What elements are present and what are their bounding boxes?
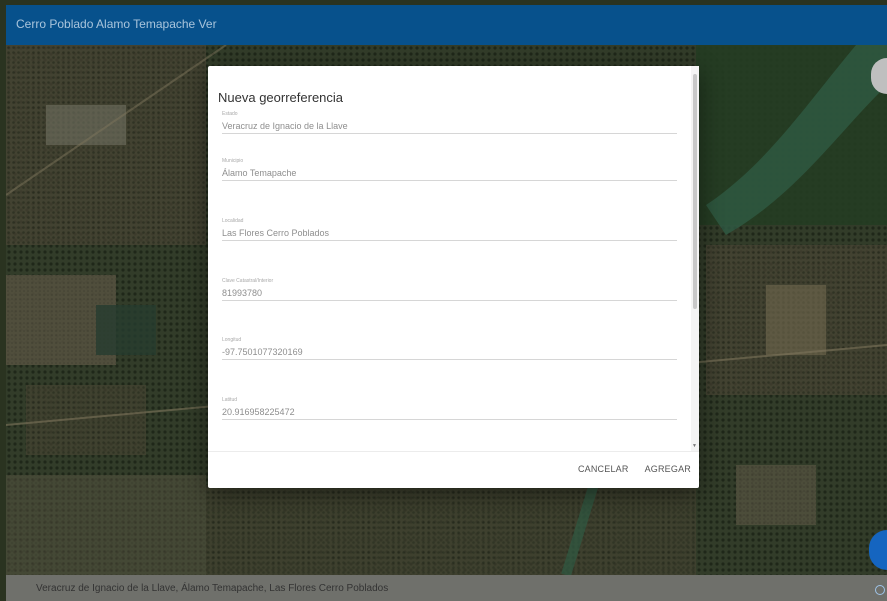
new-georeference-dialog: Nueva georreferencia Estado Veracruz de … [208,66,699,488]
estado-label: Estado [222,111,238,117]
dialog-title: Nueva georreferencia [218,90,344,105]
municipio-input[interactable]: Álamo Temapache [222,166,677,180]
clave-catastral-field[interactable]: Clave Catastral/Interior 81993780 [222,278,677,301]
scrollbar-thumb[interactable] [693,74,697,309]
municipio-label: Municipio [222,158,244,164]
dialog-actions: CANCELAR AGREGAR [578,464,691,474]
scroll-down-icon[interactable]: ▼ [692,443,697,449]
clave-catastral-input[interactable]: 81993780 [222,286,677,300]
cancel-button[interactable]: CANCELAR [578,464,629,474]
municipio-field[interactable]: Municipio Álamo Temapache [222,158,677,181]
app-bar: Cerro Poblado Alamo Temapache Ver [6,5,887,45]
dialog-scrollbar[interactable]: ▼ [691,66,699,451]
latitud-input[interactable]: 20.916958225472 [222,405,677,419]
estado-field[interactable]: Estado Veracruz de Ignacio de la Llave [222,111,677,134]
localidad-field[interactable]: Localidad Las Flores Cerro Poblados [222,218,677,241]
localidad-label: Localidad [222,218,244,224]
longitud-input[interactable]: -97.7501077320169 [222,345,677,359]
location-summary: Veracruz de Ignacio de la Llave, Álamo T… [36,583,389,594]
clave-catastral-label: Clave Catastral/Interior [222,278,274,284]
latitud-field[interactable]: Latitud 20.916958225472 [222,397,677,420]
add-button[interactable]: AGREGAR [645,464,691,474]
info-icon[interactable] [875,585,885,595]
longitud-field[interactable]: Longitud -97.7501077320169 [222,337,677,360]
longitud-label: Longitud [222,337,242,343]
estado-input[interactable]: Veracruz de Ignacio de la Llave [222,119,677,133]
dialog-content: Nueva georreferencia Estado Veracruz de … [208,66,699,451]
localidad-input[interactable]: Las Flores Cerro Poblados [222,226,677,240]
latitud-label: Latitud [222,397,238,403]
actions-divider [208,451,699,452]
app-title: Cerro Poblado Alamo Temapache Ver [16,17,217,31]
bottom-status-bar: Veracruz de Ignacio de la Llave, Álamo T… [6,575,887,601]
